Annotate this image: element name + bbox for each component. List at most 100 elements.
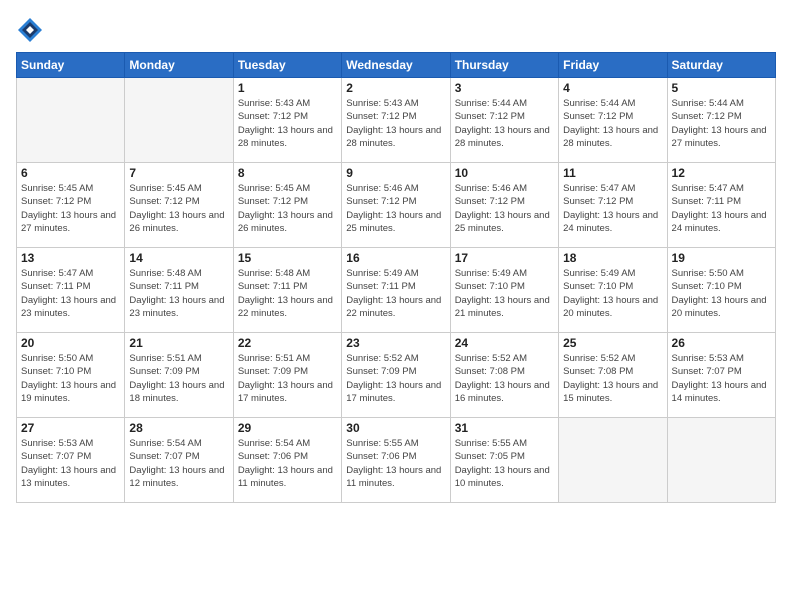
day-number: 8 — [238, 166, 337, 180]
day-cell: 11 Sunrise: 5:47 AM Sunset: 7:12 PM Dayli… — [559, 163, 667, 248]
day-number: 3 — [455, 81, 554, 95]
day-cell — [667, 418, 775, 503]
day-info: Sunrise: 5:54 AM Sunset: 7:07 PM Dayligh… — [129, 437, 228, 490]
day-info: Sunrise: 5:55 AM Sunset: 7:06 PM Dayligh… — [346, 437, 445, 490]
day-number: 30 — [346, 421, 445, 435]
day-info: Sunrise: 5:52 AM Sunset: 7:08 PM Dayligh… — [563, 352, 662, 405]
day-info: Sunrise: 5:45 AM Sunset: 7:12 PM Dayligh… — [21, 182, 120, 235]
day-info: Sunrise: 5:44 AM Sunset: 7:12 PM Dayligh… — [563, 97, 662, 150]
day-number: 17 — [455, 251, 554, 265]
day-cell: 17 Sunrise: 5:49 AM Sunset: 7:10 PM Dayli… — [450, 248, 558, 333]
day-cell: 9 Sunrise: 5:46 AM Sunset: 7:12 PM Daylig… — [342, 163, 450, 248]
day-info: Sunrise: 5:51 AM Sunset: 7:09 PM Dayligh… — [129, 352, 228, 405]
day-cell: 10Sunrise: 5:46 AM Sunset: 7:12 PM Dayli… — [450, 163, 558, 248]
day-number: 24 — [455, 336, 554, 350]
day-cell: 26 Sunrise: 5:53 AM Sunset: 7:07 PM Dayli… — [667, 333, 775, 418]
day-info: Sunrise: 5:47 AM Sunset: 7:11 PM Dayligh… — [21, 267, 120, 320]
day-info: Sunrise: 5:53 AM Sunset: 7:07 PM Dayligh… — [21, 437, 120, 490]
weekday-cell: Wednesday — [342, 53, 450, 78]
day-number: 26 — [672, 336, 771, 350]
day-cell: 2Sunrise: 5:43 AM Sunset: 7:12 PM Daylig… — [342, 78, 450, 163]
day-number: 14 — [129, 251, 228, 265]
day-cell — [17, 78, 125, 163]
day-number: 19 — [672, 251, 771, 265]
weekday-cell: Monday — [125, 53, 233, 78]
day-info: Sunrise: 5:47 AM Sunset: 7:11 PM Dayligh… — [672, 182, 771, 235]
week-row: 1 Sunrise: 5:43 AM Sunset: 7:12 PM Daylig… — [17, 78, 776, 163]
calendar: SundayMondayTuesdayWednesdayThursdayFrid… — [16, 52, 776, 503]
day-number: 27 — [21, 421, 120, 435]
day-info: Sunrise: 5:54 AM Sunset: 7:06 PM Dayligh… — [238, 437, 337, 490]
weekday-cell: Tuesday — [233, 53, 341, 78]
day-info: Sunrise: 5:44 AM Sunset: 7:12 PM Dayligh… — [455, 97, 554, 150]
day-cell: 4 Sunrise: 5:44 AM Sunset: 7:12 PM Daylig… — [559, 78, 667, 163]
day-number: 11 — [563, 166, 662, 180]
day-cell: 12Sunrise: 5:47 AM Sunset: 7:11 PM Dayli… — [667, 163, 775, 248]
day-info: Sunrise: 5:52 AM Sunset: 7:08 PM Dayligh… — [455, 352, 554, 405]
weekday-cell: Sunday — [17, 53, 125, 78]
day-cell: 13Sunrise: 5:47 AM Sunset: 7:11 PM Dayli… — [17, 248, 125, 333]
day-cell: 30 Sunrise: 5:55 AM Sunset: 7:06 PM Dayli… — [342, 418, 450, 503]
day-number: 9 — [346, 166, 445, 180]
day-cell: 19Sunrise: 5:50 AM Sunset: 7:10 PM Dayli… — [667, 248, 775, 333]
day-info: Sunrise: 5:47 AM Sunset: 7:12 PM Dayligh… — [563, 182, 662, 235]
day-number: 25 — [563, 336, 662, 350]
day-info: Sunrise: 5:49 AM Sunset: 7:11 PM Dayligh… — [346, 267, 445, 320]
day-cell: 22 Sunrise: 5:51 AM Sunset: 7:09 PM Dayli… — [233, 333, 341, 418]
day-cell: 18 Sunrise: 5:49 AM Sunset: 7:10 PM Dayli… — [559, 248, 667, 333]
day-cell: 20 Sunrise: 5:50 AM Sunset: 7:10 PM Dayli… — [17, 333, 125, 418]
day-info: Sunrise: 5:44 AM Sunset: 7:12 PM Dayligh… — [672, 97, 771, 150]
day-number: 7 — [129, 166, 228, 180]
day-cell: 1 Sunrise: 5:43 AM Sunset: 7:12 PM Daylig… — [233, 78, 341, 163]
page-header — [16, 16, 776, 44]
day-cell: 6 Sunrise: 5:45 AM Sunset: 7:12 PM Daylig… — [17, 163, 125, 248]
day-number: 16 — [346, 251, 445, 265]
day-cell: 8 Sunrise: 5:45 AM Sunset: 7:12 PM Daylig… — [233, 163, 341, 248]
day-cell: 5 Sunrise: 5:44 AM Sunset: 7:12 PM Daylig… — [667, 78, 775, 163]
weekday-header-row: SundayMondayTuesdayWednesdayThursdayFrid… — [17, 53, 776, 78]
week-row: 6 Sunrise: 5:45 AM Sunset: 7:12 PM Daylig… — [17, 163, 776, 248]
day-number: 10 — [455, 166, 554, 180]
logo-icon — [16, 16, 44, 44]
day-info: Sunrise: 5:51 AM Sunset: 7:09 PM Dayligh… — [238, 352, 337, 405]
weekday-cell: Friday — [559, 53, 667, 78]
day-info: Sunrise: 5:46 AM Sunset: 7:12 PM Dayligh… — [346, 182, 445, 235]
day-number: 5 — [672, 81, 771, 95]
day-number: 28 — [129, 421, 228, 435]
weekday-cell: Saturday — [667, 53, 775, 78]
day-number: 15 — [238, 251, 337, 265]
day-cell: 25 Sunrise: 5:52 AM Sunset: 7:08 PM Dayli… — [559, 333, 667, 418]
day-info: Sunrise: 5:50 AM Sunset: 7:10 PM Dayligh… — [21, 352, 120, 405]
day-cell: 28 Sunrise: 5:54 AM Sunset: 7:07 PM Dayli… — [125, 418, 233, 503]
day-info: Sunrise: 5:43 AM Sunset: 7:12 PM Dayligh… — [238, 97, 337, 150]
day-number: 18 — [563, 251, 662, 265]
day-cell: 23Sunrise: 5:52 AM Sunset: 7:09 PM Dayli… — [342, 333, 450, 418]
day-number: 21 — [129, 336, 228, 350]
day-cell: 15Sunrise: 5:48 AM Sunset: 7:11 PM Dayli… — [233, 248, 341, 333]
day-number: 29 — [238, 421, 337, 435]
day-info: Sunrise: 5:48 AM Sunset: 7:11 PM Dayligh… — [129, 267, 228, 320]
day-number: 6 — [21, 166, 120, 180]
day-number: 2 — [346, 81, 445, 95]
day-number: 1 — [238, 81, 337, 95]
week-row: 27 Sunrise: 5:53 AM Sunset: 7:07 PM Dayli… — [17, 418, 776, 503]
day-info: Sunrise: 5:53 AM Sunset: 7:07 PM Dayligh… — [672, 352, 771, 405]
day-info: Sunrise: 5:49 AM Sunset: 7:10 PM Dayligh… — [563, 267, 662, 320]
day-info: Sunrise: 5:45 AM Sunset: 7:12 PM Dayligh… — [238, 182, 337, 235]
weekday-cell: Thursday — [450, 53, 558, 78]
day-cell: 27 Sunrise: 5:53 AM Sunset: 7:07 PM Dayli… — [17, 418, 125, 503]
day-number: 4 — [563, 81, 662, 95]
day-info: Sunrise: 5:45 AM Sunset: 7:12 PM Dayligh… — [129, 182, 228, 235]
week-row: 20 Sunrise: 5:50 AM Sunset: 7:10 PM Dayli… — [17, 333, 776, 418]
day-cell: 16 Sunrise: 5:49 AM Sunset: 7:11 PM Dayli… — [342, 248, 450, 333]
day-cell: 14 Sunrise: 5:48 AM Sunset: 7:11 PM Dayli… — [125, 248, 233, 333]
day-cell — [125, 78, 233, 163]
day-info: Sunrise: 5:52 AM Sunset: 7:09 PM Dayligh… — [346, 352, 445, 405]
logo — [16, 16, 48, 44]
day-number: 22 — [238, 336, 337, 350]
day-number: 20 — [21, 336, 120, 350]
day-info: Sunrise: 5:55 AM Sunset: 7:05 PM Dayligh… — [455, 437, 554, 490]
day-info: Sunrise: 5:49 AM Sunset: 7:10 PM Dayligh… — [455, 267, 554, 320]
day-number: 31 — [455, 421, 554, 435]
day-cell: 31 Sunrise: 5:55 AM Sunset: 7:05 PM Dayli… — [450, 418, 558, 503]
